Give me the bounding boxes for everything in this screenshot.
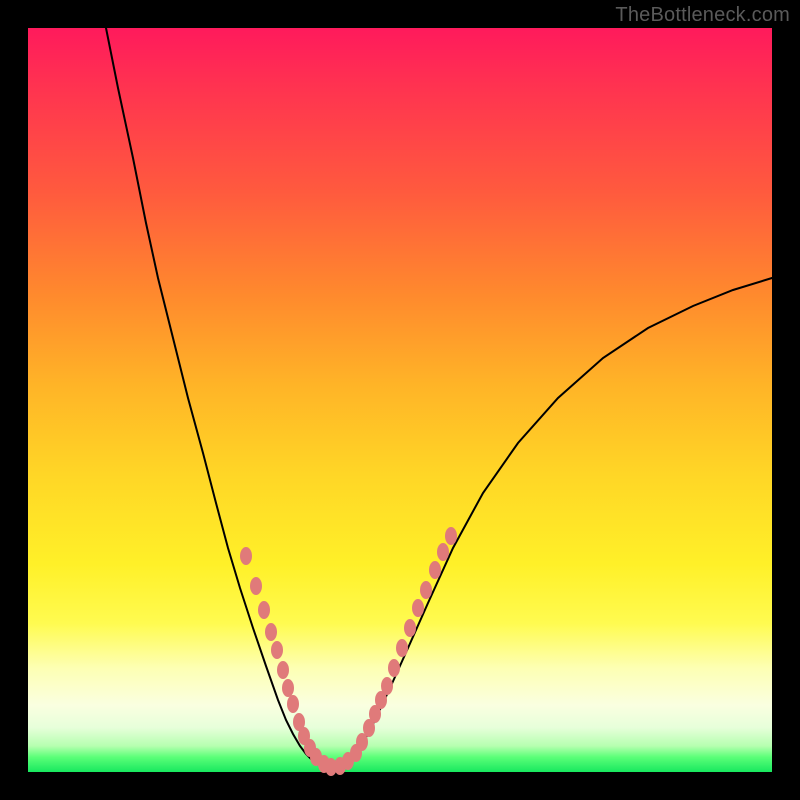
marker-point	[429, 561, 441, 579]
marker-point	[396, 639, 408, 657]
marker-point	[437, 543, 449, 561]
bottleneck-curve	[106, 28, 772, 768]
chart-svg	[28, 28, 772, 772]
watermark-text: TheBottleneck.com	[615, 4, 790, 27]
marker-point	[412, 599, 424, 617]
marker-point	[420, 581, 432, 599]
marker-point	[258, 601, 270, 619]
marker-point	[381, 677, 393, 695]
marker-point	[250, 577, 262, 595]
marker-point	[271, 641, 283, 659]
marker-group	[240, 527, 457, 776]
marker-point	[388, 659, 400, 677]
chart-frame	[28, 28, 772, 772]
marker-point	[240, 547, 252, 565]
marker-point	[287, 695, 299, 713]
marker-point	[282, 679, 294, 697]
marker-point	[265, 623, 277, 641]
marker-point	[277, 661, 289, 679]
marker-point	[404, 619, 416, 637]
marker-point	[445, 527, 457, 545]
